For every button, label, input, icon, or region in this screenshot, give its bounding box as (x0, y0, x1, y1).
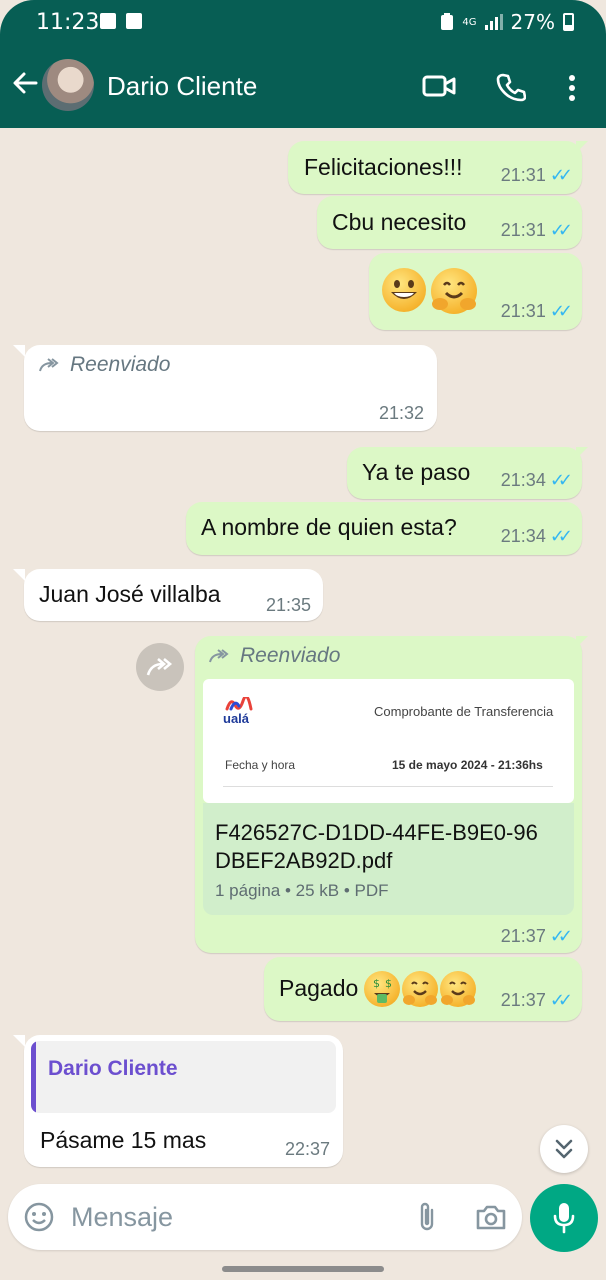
more-options-icon[interactable] (566, 74, 578, 102)
attach-icon[interactable] (416, 1201, 438, 1233)
status-bar: 11:23 4G 27% (0, 0, 606, 46)
forwarded-label: Reenviado (70, 353, 171, 376)
voice-call-icon[interactable] (496, 72, 526, 102)
outgoing-emoji-message[interactable]: 21:31 ✓✓ (369, 253, 582, 330)
camera-icon[interactable] (475, 1203, 507, 1231)
svg-text:$: $ (373, 977, 380, 990)
document-filename: F426527C-D1DD-44FE-B9E0-96 (215, 820, 538, 845)
document-filename-cont: DBEF2AB92D.pdf (215, 848, 393, 873)
uala-logo-icon (225, 697, 253, 711)
forward-button[interactable] (136, 643, 184, 691)
scroll-to-bottom-button[interactable] (540, 1125, 588, 1173)
message-time: 21:37 (500, 990, 546, 1010)
chat-header: Dario Cliente (0, 46, 606, 128)
message-time: 21:31 (500, 220, 546, 240)
hugging-face-icon (431, 268, 477, 314)
read-ticks-icon: ✓✓ (549, 470, 573, 490)
uala-brand: ualá (223, 711, 250, 726)
read-ticks-icon: ✓✓ (549, 526, 573, 546)
status-time: 11:23 (36, 10, 100, 35)
hugging-face-icon (402, 971, 438, 1007)
document-preview-title: Comprobante de Transferencia (374, 704, 554, 719)
message-time: 21:34 (500, 526, 546, 546)
svg-text:$: $ (385, 977, 392, 990)
battery-percent: 27% (510, 10, 555, 34)
forwarded-icon (39, 358, 59, 372)
back-arrow-icon[interactable] (10, 68, 40, 98)
read-ticks-icon: ✓✓ (549, 301, 573, 321)
outgoing-message[interactable]: A nombre de quien esta? 21:34 ✓✓ (186, 502, 582, 555)
message-time: 21:32 (378, 403, 424, 423)
message-input[interactable]: Mensaje (71, 1202, 173, 1233)
date-value: 15 de mayo 2024 - 21:36hs (392, 758, 543, 772)
hugging-face-icon (440, 971, 476, 1007)
forwarded-label: Reenviado (240, 644, 341, 667)
read-ticks-icon: ✓✓ (549, 990, 573, 1010)
incoming-message[interactable]: Juan José villalba 21:35 (24, 569, 323, 621)
grinning-face-icon (382, 268, 426, 312)
document-info[interactable]: F426527C-D1DD-44FE-B9E0-96 DBEF2AB92D.pd… (203, 803, 574, 915)
network-type: 4G (462, 16, 477, 28)
outgoing-message[interactable]: Cbu necesito 21:31 ✓✓ (317, 196, 582, 249)
phone-screen: 11:23 4G 27% Dario Cliente Felicitacione… (0, 0, 606, 1280)
gallery-notification-icon (100, 13, 116, 29)
outgoing-message[interactable]: Ya te paso 21:34 ✓✓ (347, 447, 582, 499)
read-ticks-icon: ✓✓ (549, 220, 573, 240)
read-ticks-icon: ✓✓ (549, 926, 573, 946)
contact-name[interactable]: Dario Cliente (107, 71, 257, 102)
check-notification-icon (126, 13, 142, 29)
money-mouth-face-icon: $ $ (364, 971, 400, 1007)
data-saver-icon (441, 13, 454, 30)
video-call-icon[interactable] (422, 74, 456, 98)
contact-avatar[interactable] (42, 59, 94, 111)
quoted-message[interactable]: Dario Cliente (31, 1041, 336, 1113)
quoted-author: Dario Cliente (48, 1057, 178, 1080)
outgoing-document-message[interactable]: Reenviado ualá Comprobante de Transferen… (195, 636, 582, 953)
incoming-forwarded-message[interactable]: Reenviado 21:32 (24, 345, 437, 431)
message-time: 21:34 (500, 470, 546, 490)
message-time: 21:37 (500, 926, 546, 946)
message-composer[interactable]: Mensaje (8, 1184, 522, 1250)
document-preview[interactable]: ualá Comprobante de Transferencia Fecha … (203, 679, 574, 803)
incoming-reply-message[interactable]: Dario Cliente Pásame 15 mas 22:37 (24, 1035, 343, 1167)
outgoing-message[interactable]: Felicitaciones!!! 21:31 ✓✓ (288, 141, 582, 194)
message-time: 21:31 (500, 301, 546, 321)
forwarded-icon (209, 649, 229, 663)
outgoing-message[interactable]: Pagado $ $ 21:37 ✓✓ (264, 957, 582, 1021)
emoji-icon[interactable] (24, 1202, 54, 1232)
message-time: 22:37 (284, 1139, 330, 1159)
double-chevron-down-icon (555, 1139, 573, 1159)
battery-icon (563, 13, 574, 31)
forward-icon (146, 658, 173, 676)
date-label: Fecha y hora (225, 758, 296, 772)
microphone-icon (553, 1203, 575, 1234)
signal-icon (484, 14, 503, 30)
document-details: 1 página • 25 kB • PDF (215, 881, 389, 900)
message-time: 21:31 (500, 165, 546, 185)
message-time: 21:35 (265, 595, 311, 615)
voice-record-button[interactable] (530, 1184, 598, 1252)
read-ticks-icon: ✓✓ (549, 165, 573, 185)
home-indicator[interactable] (222, 1266, 384, 1272)
